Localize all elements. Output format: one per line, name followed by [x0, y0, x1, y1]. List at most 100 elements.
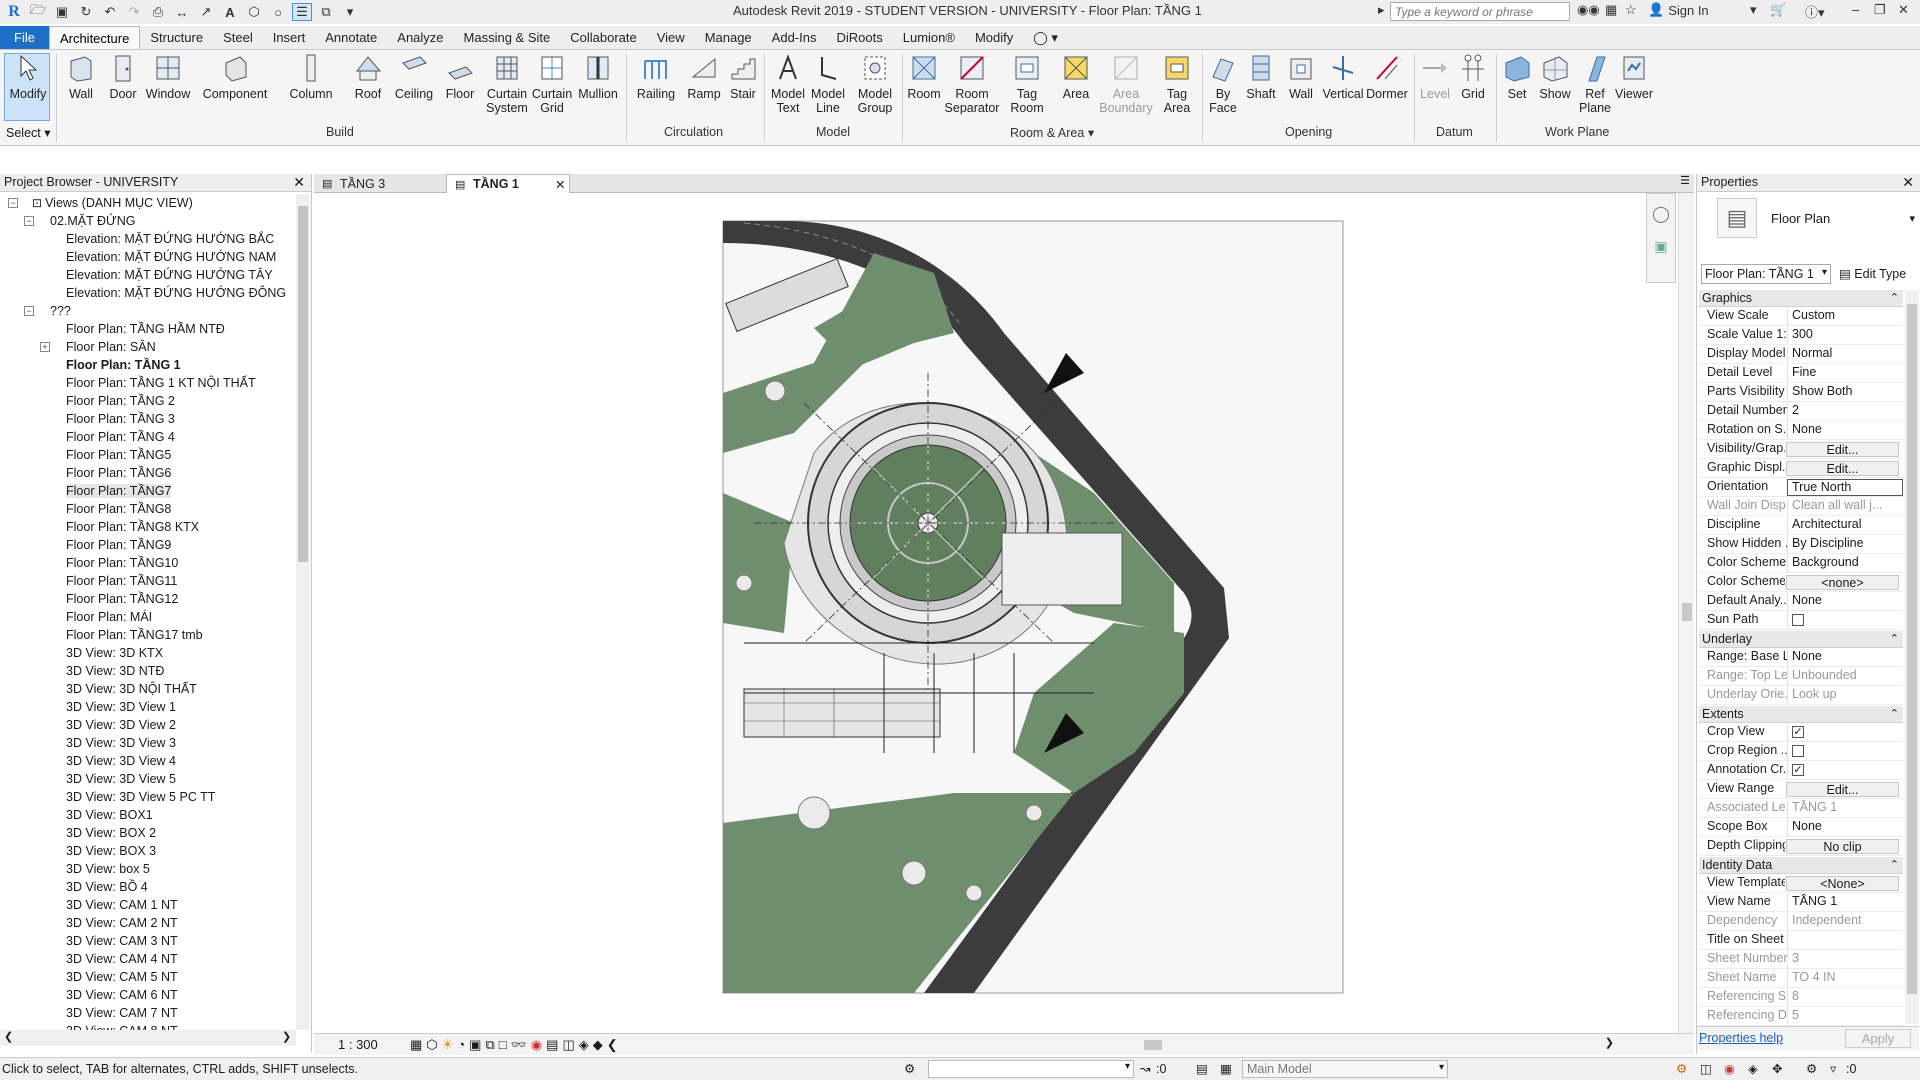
- temp-hide-icon[interactable]: 👓: [511, 1037, 527, 1053]
- property-value[interactable]: [1787, 932, 1903, 949]
- property-row-vis-graphics[interactable]: Visibility/Grap...Edit...: [1699, 441, 1903, 459]
- property-value[interactable]: True North: [1787, 479, 1903, 496]
- viewer-button[interactable]: Viewer: [1614, 52, 1654, 101]
- tab-architecture[interactable]: Architecture: [48, 26, 141, 49]
- view-scale-button[interactable]: 1 : 300: [338, 1037, 398, 1052]
- tree-item[interactable]: 3D View: 3D View 2: [66, 716, 176, 734]
- favorites-star-icon[interactable]: ☆: [1625, 2, 1637, 18]
- redo-icon[interactable]: ↷: [124, 3, 144, 21]
- properties-scrollbar[interactable]: [1905, 290, 1919, 1024]
- select-underlay-icon[interactable]: ◫: [1700, 1061, 1712, 1076]
- exclude-options-icon[interactable]: ▦: [1220, 1061, 1232, 1076]
- canvas-horizontal-scrollbar[interactable]: ❯: [1014, 1037, 1614, 1052]
- help-icon[interactable]: ⓘ▾: [1805, 2, 1825, 21]
- tree-item[interactable]: 3D View: 3D View 5: [66, 770, 176, 788]
- tree-item[interactable]: Floor Plan: TẦNG 3: [66, 410, 175, 428]
- room-separator-button[interactable]: Room Separator: [944, 52, 1000, 115]
- close-icon[interactable]: ✕: [1902, 174, 1914, 191]
- tree-item[interactable]: 3D View: CAM 6 NT: [66, 986, 178, 1004]
- property-button[interactable]: <none>: [1785, 575, 1899, 590]
- mullion-button[interactable]: Mullion: [576, 52, 620, 101]
- reveal-hidden-icon[interactable]: ◉: [531, 1037, 542, 1053]
- customize-qat-icon[interactable]: ▾: [340, 3, 360, 21]
- railing-button[interactable]: Railing: [634, 52, 678, 101]
- thin-lines-icon[interactable]: ☰: [292, 3, 312, 21]
- tab-tang-3[interactable]: ▤ TẦNG 3: [314, 174, 444, 193]
- property-value[interactable]: Background: [1787, 555, 1903, 572]
- wall-button[interactable]: Wall: [62, 52, 100, 101]
- grid-button[interactable]: Grid: [1456, 52, 1490, 101]
- 3d-view-icon[interactable]: ⬡: [244, 3, 264, 21]
- tree-item[interactable]: 3D View: CAM 7 NT: [66, 1004, 178, 1022]
- ref-plane-button[interactable]: Ref Plane: [1578, 52, 1612, 115]
- tree-item[interactable]: ???: [50, 302, 71, 320]
- properties-help-link[interactable]: Properties help: [1699, 1031, 1783, 1045]
- tree-item[interactable]: Floor Plan: SÂN: [66, 338, 156, 356]
- tree-item[interactable]: Floor Plan: TẦNG9: [66, 536, 171, 554]
- tree-item[interactable]: 3D View: CAM 8 NT: [66, 1022, 178, 1030]
- property-row-sheet-name[interactable]: Sheet Name TO 4 IN: [1699, 970, 1903, 988]
- background-process-icon[interactable]: ⚙: [1806, 1061, 1817, 1076]
- area-boundary-button[interactable]: Area Boundary: [1096, 52, 1156, 115]
- property-row-view-scale[interactable]: View Scale Custom: [1699, 308, 1903, 326]
- tree-item[interactable]: 3D View: CAM 5 NT: [66, 968, 178, 986]
- tab-view[interactable]: View: [647, 26, 695, 49]
- property-value[interactable]: Show Both: [1787, 384, 1903, 401]
- canvas-vertical-scrollbar[interactable]: [1678, 193, 1694, 1033]
- property-button[interactable]: Edit...: [1785, 442, 1899, 457]
- property-group-identity[interactable]: Identity Data ⌃: [1699, 857, 1903, 874]
- tree-item[interactable]: Floor Plan: TẦNG HẦM NTĐ: [66, 320, 225, 338]
- steering-wheel-icon[interactable]: ◯: [1647, 204, 1675, 224]
- tab-steel[interactable]: Steel: [213, 26, 263, 49]
- property-group-underlay[interactable]: Underlay ⌃: [1699, 631, 1903, 648]
- property-row-show-hidden[interactable]: Show Hidden ... By Discipline: [1699, 536, 1903, 554]
- property-row-view-template[interactable]: View Template <None>: [1699, 875, 1903, 893]
- shaft-button[interactable]: Shaft: [1244, 52, 1278, 101]
- tab-insert[interactable]: Insert: [263, 26, 316, 49]
- model-group-button[interactable]: Model Group: [852, 52, 898, 115]
- tree-item[interactable]: 3D View: 3D NỘI THẤT: [66, 680, 197, 698]
- tree-item[interactable]: Floor Plan: TẦNG 4: [66, 428, 175, 446]
- tree-item[interactable]: Floor Plan: TẦNG12: [66, 590, 178, 608]
- tree-item[interactable]: 3D View: BOX 3: [66, 842, 156, 860]
- property-row-display-model[interactable]: Display Model Normal: [1699, 346, 1903, 364]
- property-row-discipline[interactable]: Discipline Architectural: [1699, 517, 1903, 535]
- checkbox-checked[interactable]: ✓: [1792, 726, 1804, 738]
- level-button[interactable]: Level: [1418, 52, 1452, 101]
- tree-item[interactable]: 3D View: 3D View 5 PC TT: [66, 788, 215, 806]
- checkbox-unchecked[interactable]: [1792, 614, 1804, 626]
- tree-item[interactable]: Floor Plan: MÁI: [66, 608, 152, 626]
- property-value[interactable]: None: [1787, 819, 1903, 836]
- close-icon[interactable]: ✕: [293, 174, 305, 191]
- tree-item[interactable]: Floor Plan: TẦNG 2: [66, 392, 175, 410]
- collapse-icon[interactable]: ⌃: [1890, 707, 1899, 720]
- tree-item[interactable]: 3D View: box 5: [66, 860, 150, 878]
- switch-windows-icon[interactable]: ⧉: [316, 3, 336, 21]
- property-row-range-top[interactable]: Range: Top Le...Unbounded: [1699, 668, 1903, 686]
- property-row-sun-path[interactable]: Sun Path: [1699, 612, 1903, 630]
- property-row-ref-sheet[interactable]: Referencing S...8: [1699, 989, 1903, 1007]
- tab-diroots[interactable]: DiRoots: [826, 26, 892, 49]
- curtain-system-button[interactable]: Curtain System: [486, 52, 528, 115]
- expand-icon[interactable]: +: [40, 342, 50, 352]
- tree-item[interactable]: Floor Plan: TẦNG5: [66, 446, 171, 464]
- opening-by-face-button[interactable]: By Face: [1206, 52, 1240, 115]
- filter-funnel-icon[interactable]: ▿: [1830, 1061, 1836, 1076]
- tab-structure[interactable]: Structure: [140, 26, 213, 49]
- floor-button[interactable]: Floor: [440, 52, 480, 101]
- tree-item[interactable]: 3D View: BOX1: [66, 806, 153, 824]
- open-icon[interactable]: 🗁: [28, 2, 48, 21]
- room-area-panel-label[interactable]: Room & Area ▾: [1010, 125, 1094, 140]
- help-search-input[interactable]: Type a keyword or phrase: [1390, 2, 1570, 21]
- tab-manage[interactable]: Manage: [695, 26, 762, 49]
- temp-props-icon[interactable]: ▤: [546, 1037, 558, 1053]
- property-value[interactable]: Custom: [1787, 308, 1903, 325]
- property-row-ref-detail[interactable]: Referencing D...5: [1699, 1008, 1903, 1026]
- window-button[interactable]: Window: [144, 52, 192, 101]
- design-options-dropdown[interactable]: ▾: [928, 1060, 1134, 1078]
- collapse-arrow-icon[interactable]: ❮: [607, 1037, 618, 1053]
- collapse-icon[interactable]: −: [24, 216, 34, 226]
- tab-lumion[interactable]: Lumion®: [893, 26, 965, 49]
- horizontal-scrollbar[interactable]: ❮ ❯: [0, 1030, 296, 1046]
- tree-item[interactable]: 3D View: 3D View 3: [66, 734, 176, 752]
